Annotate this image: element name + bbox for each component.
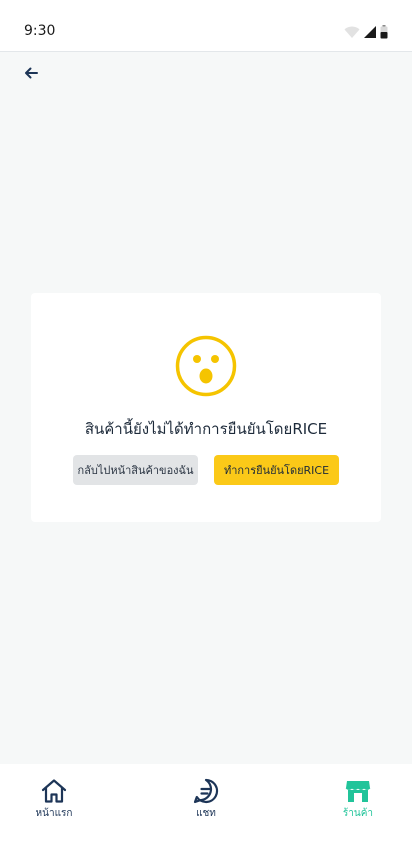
battery-icon [380,25,388,39]
nav-item-store[interactable]: ร้านค้า [318,778,398,821]
unverified-product-card: สินค้านี้ยังไม่ได้ทำการยืนยันโดยRICE กลั… [31,293,381,522]
bottom-nav: หน้าแรก แชท ร้านค้า [0,764,412,844]
home-icon [41,779,67,803]
nav-item-home[interactable]: หน้าแรก [14,778,94,821]
nav-label-store: ร้านค้า [342,808,374,819]
card-message: สินค้านี้ยังไม่ได้ทำการยืนยันโดยRICE [84,420,328,438]
status-bar: 9:30 [0,0,412,52]
back-to-my-products-button[interactable]: กลับไปหน้าสินค้าของฉัน [73,455,198,485]
nav-item-chat[interactable]: แชท [166,778,246,821]
verify-by-rice-button[interactable]: ทำการยืนยันโดยRICE [214,455,339,485]
wifi-icon [344,26,360,38]
back-button[interactable] [20,62,42,84]
signal-icon [364,26,376,38]
chat-icon [193,778,219,804]
store-icon [345,781,371,802]
status-icons [344,25,388,39]
surprised-face-icon [175,335,237,397]
nav-label-chat: แชท [196,808,216,819]
arrow-left-icon [25,67,38,79]
status-time: 9:30 [24,23,56,39]
nav-label-home: หน้าแรก [35,808,73,819]
